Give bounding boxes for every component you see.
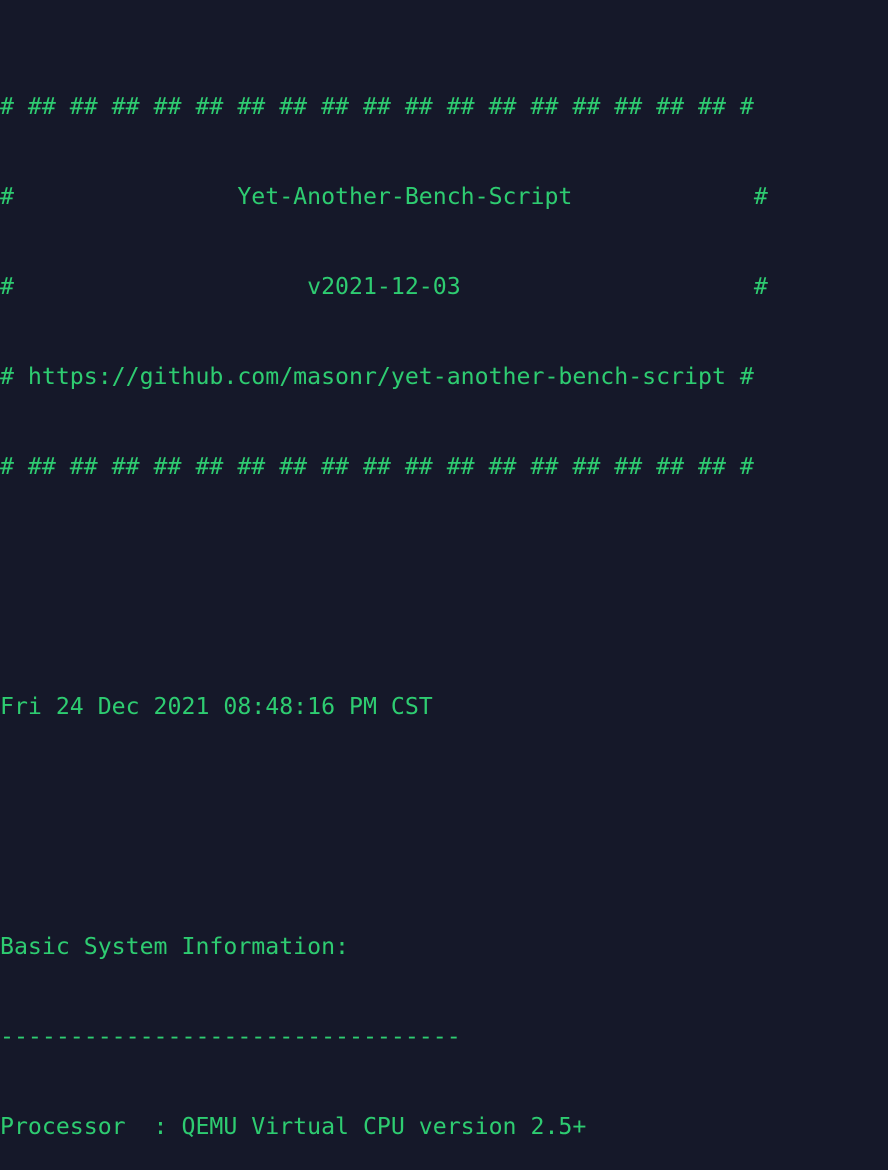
- banner-title-line: # Yet-Another-Bench-Script #: [0, 183, 768, 210]
- terminal-output[interactable]: # ## ## ## ## ## ## ## ## ## ## ## ## ##…: [0, 0, 888, 1170]
- row-processor: Processor : QEMU Virtual CPU version 2.5…: [0, 1113, 587, 1140]
- banner-rule-bottom: # ## ## ## ## ## ## ## ## ## ## ## ## ##…: [0, 453, 754, 480]
- basic-system-information-rule: ---------------------------------: [0, 1023, 461, 1050]
- timestamp-line: Fri 24 Dec 2021 08:48:16 PM CST: [0, 693, 433, 720]
- banner-rule-top: # ## ## ## ## ## ## ## ## ## ## ## ## ##…: [0, 93, 754, 120]
- basic-system-information-heading: Basic System Information:: [0, 933, 350, 960]
- banner-url-line: # https://github.com/masonr/yet-another-…: [0, 363, 754, 390]
- banner-version-line: # v2021-12-03 #: [0, 273, 768, 300]
